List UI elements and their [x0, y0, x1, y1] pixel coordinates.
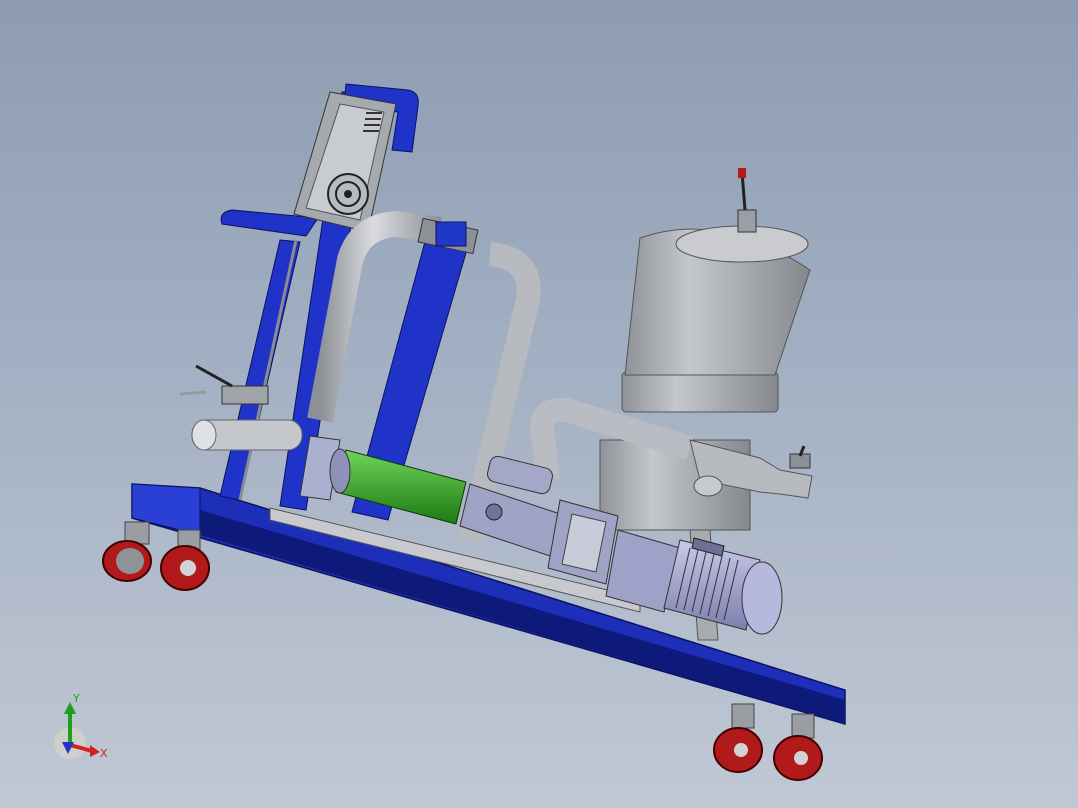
caster-wheel-rear-right	[773, 713, 823, 781]
caster-wheel-rear-left	[713, 703, 763, 773]
fan-grille-icon	[327, 173, 369, 215]
caster-wheel-front-right	[160, 529, 210, 591]
outlet-valve[interactable]	[789, 445, 811, 469]
electric-motor[interactable]	[605, 529, 783, 635]
cad-viewport[interactable]: Y X	[0, 0, 1078, 808]
control-box[interactable]	[293, 91, 397, 233]
model-scene[interactable]: Y X	[0, 0, 1078, 808]
x-axis-label: X	[100, 747, 108, 760]
orientation-triad: Y X	[54, 692, 108, 760]
caster-wheel-front-left	[102, 521, 152, 582]
y-axis-label: Y	[72, 692, 80, 705]
